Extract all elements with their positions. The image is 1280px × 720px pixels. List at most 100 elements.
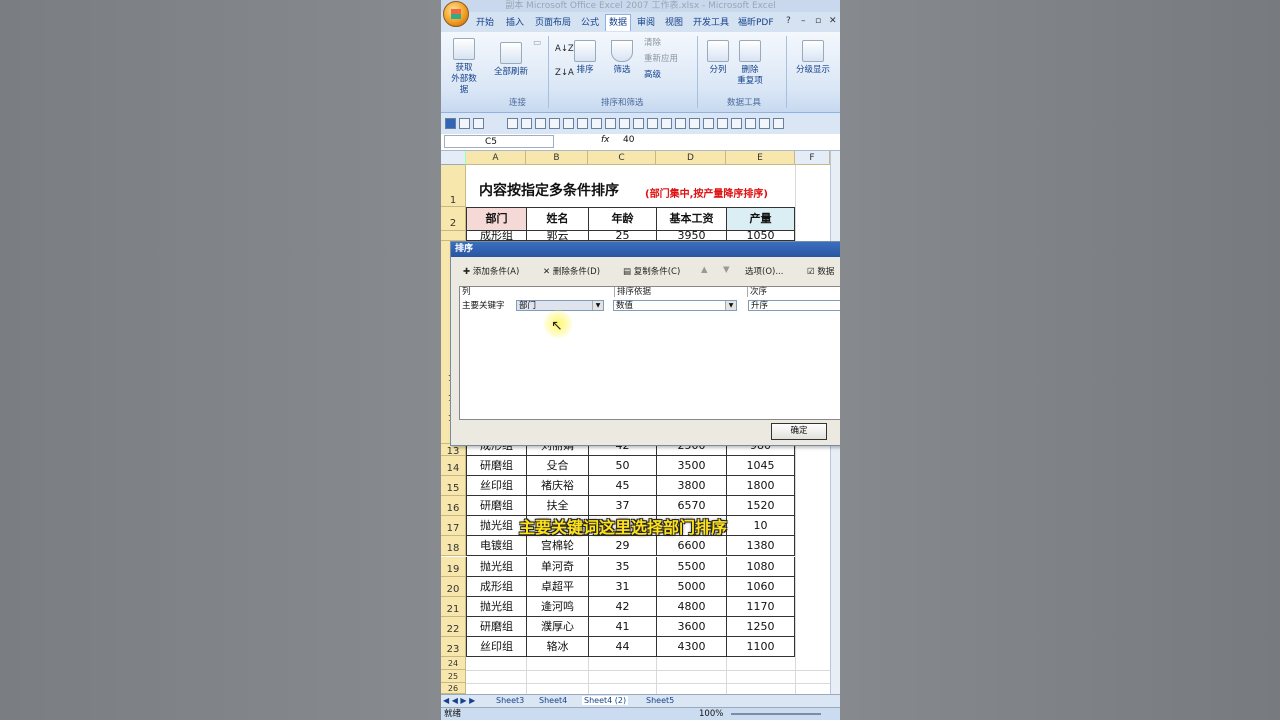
order-dropdown[interactable]: 升序 — [748, 300, 840, 311]
advanced-button[interactable]: 高级 — [644, 70, 661, 81]
table-cell[interactable]: 研磨组 — [466, 456, 527, 476]
minimize-icon[interactable]: – — [801, 16, 806, 26]
header-cell-output[interactable]: 产量 — [726, 207, 795, 231]
sheet-subtitle[interactable]: (部门集中,按产量降序排序) — [645, 185, 768, 200]
table-cell[interactable]: 4800 — [656, 596, 727, 617]
table-cell[interactable]: 丝印组 — [466, 636, 527, 657]
move-down-icon[interactable]: ▼ — [723, 265, 730, 275]
table-cell[interactable]: 研磨组 — [466, 616, 527, 637]
undo-icon[interactable] — [459, 118, 470, 129]
table-cell[interactable]: 逄河鸣 — [526, 596, 589, 617]
table-cell[interactable]: 3800 — [656, 476, 727, 497]
row-header[interactable]: 24 — [441, 657, 466, 670]
column-header-f[interactable]: F — [795, 151, 830, 165]
table-cell[interactable]: 44 — [588, 636, 657, 657]
sheet-tab[interactable]: Sheet3 — [496, 696, 524, 705]
tab-data[interactable]: 数据 — [605, 14, 632, 31]
format-painter-icon[interactable] — [563, 118, 574, 129]
table-cell[interactable]: 濮厚心 — [526, 616, 589, 637]
save-icon[interactable] — [445, 118, 456, 129]
copy-icon[interactable] — [591, 118, 602, 129]
tab-view[interactable]: 视图 — [662, 15, 686, 31]
row-header[interactable]: 20 — [441, 576, 466, 597]
table-cell[interactable]: 辂冰 — [526, 636, 589, 657]
sheet-nav-icon[interactable]: ◀ ◀ ▶ ▶ — [443, 696, 475, 705]
sort-button[interactable]: 排序 — [569, 40, 601, 76]
cut-icon[interactable] — [577, 118, 588, 129]
row-header[interactable]: 15 — [441, 476, 466, 497]
table-cell[interactable]: 1060 — [726, 576, 795, 597]
table-cell[interactable]: 29 — [588, 536, 657, 557]
options-button[interactable]: 选项(O)... — [745, 265, 783, 277]
table-cell[interactable]: 45 — [588, 476, 657, 497]
settings-icon[interactable] — [745, 118, 756, 129]
fx-icon[interactable]: fx — [601, 135, 610, 145]
column-header-e[interactable]: E — [726, 151, 795, 165]
row-header[interactable] — [441, 231, 466, 241]
tab-foxit-pdf[interactable]: 福昕PDF — [735, 15, 777, 31]
table-cell[interactable]: 3950 — [656, 231, 727, 241]
add-condition-button[interactable]: ✚ 添加条件(A) — [463, 265, 519, 277]
table-cell[interactable]: 3500 — [656, 456, 727, 476]
camera-icon[interactable] — [731, 118, 742, 129]
print-preview-icon[interactable] — [535, 118, 546, 129]
customize-icon[interactable] — [773, 118, 784, 129]
sort-on-dropdown[interactable]: 数值 ▼ — [613, 300, 737, 311]
table-cell[interactable]: 41 — [588, 616, 657, 637]
sheet-tab-active[interactable]: Sheet4 (2) — [582, 696, 629, 705]
header-cell-age[interactable]: 年龄 — [588, 207, 657, 231]
select-all-corner[interactable] — [441, 151, 466, 165]
table-cell[interactable]: 35 — [588, 556, 657, 577]
row-header[interactable]: 16 — [441, 496, 466, 517]
tab-page-layout[interactable]: 页面布局 — [532, 15, 574, 31]
column-header-b[interactable]: B — [526, 151, 588, 165]
column-header-d[interactable]: D — [656, 151, 726, 165]
redo-icon[interactable] — [473, 118, 484, 129]
row-header[interactable]: 18 — [441, 536, 466, 557]
table-cell[interactable]: 25 — [588, 231, 657, 241]
table-cell[interactable]: 3600 — [656, 616, 727, 637]
table-cell[interactable]: 31 — [588, 576, 657, 597]
paste-icon[interactable] — [605, 118, 616, 129]
chart-icon[interactable] — [633, 118, 644, 129]
formula-input[interactable]: 40 — [623, 135, 634, 145]
ok-button[interactable]: 确定 — [771, 423, 827, 440]
table-cell[interactable]: 1045 — [726, 456, 795, 476]
table-cell[interactable]: 1250 — [726, 616, 795, 637]
name-box[interactable]: C5 — [444, 135, 554, 148]
table-cell[interactable]: 电镀组 — [466, 536, 527, 557]
table-cell[interactable]: 褚庆裕 — [526, 476, 589, 497]
column-header-a[interactable]: A — [466, 151, 526, 165]
table-cell[interactable]: 1170 — [726, 596, 795, 617]
table-cell[interactable]: 殳合 — [526, 456, 589, 476]
row-header[interactable]: 23 — [441, 636, 466, 657]
row-header[interactable]: 14 — [441, 456, 466, 476]
clear-button[interactable]: 清除 — [644, 38, 661, 49]
sheet-tab[interactable]: Sheet5 — [646, 696, 674, 705]
delete-condition-button[interactable]: ✕ 删除条件(D) — [543, 265, 600, 277]
remove-duplicates-button[interactable]: 删除 重复项 — [735, 40, 765, 87]
table-cell[interactable]: 4300 — [656, 636, 727, 657]
table-cell[interactable]: 丝印组 — [466, 476, 527, 497]
row-header[interactable]: 22 — [441, 616, 466, 637]
table-cell[interactable]: 郭云 — [526, 231, 589, 241]
sheet-title[interactable]: 内容按指定多条件排序 — [479, 180, 619, 200]
table-cell[interactable]: 1080 — [726, 556, 795, 577]
sheet-tab[interactable]: Sheet4 — [539, 696, 567, 705]
sort-quick-icon[interactable] — [689, 118, 700, 129]
table-cell[interactable]: 卓超平 — [526, 576, 589, 597]
office-button[interactable] — [443, 1, 469, 27]
table-cell[interactable]: 1520 — [726, 496, 795, 517]
table-cell[interactable]: 宫棉轮 — [526, 536, 589, 557]
table-cell[interactable]: 5500 — [656, 556, 727, 577]
row-header[interactable]: 2 — [441, 207, 466, 231]
tab-developer[interactable]: 开发工具 — [690, 15, 732, 31]
text-to-columns-button[interactable]: 分列 — [703, 40, 733, 76]
border-icon[interactable] — [647, 118, 658, 129]
tab-home[interactable]: 开始 — [473, 15, 497, 31]
tab-formulas[interactable]: 公式 — [578, 15, 602, 31]
open-icon[interactable] — [521, 118, 532, 129]
pin-icon[interactable] — [759, 118, 770, 129]
row-header[interactable]: 25 — [441, 670, 466, 683]
get-external-data-button[interactable]: 获取 外部数据 — [449, 38, 479, 96]
